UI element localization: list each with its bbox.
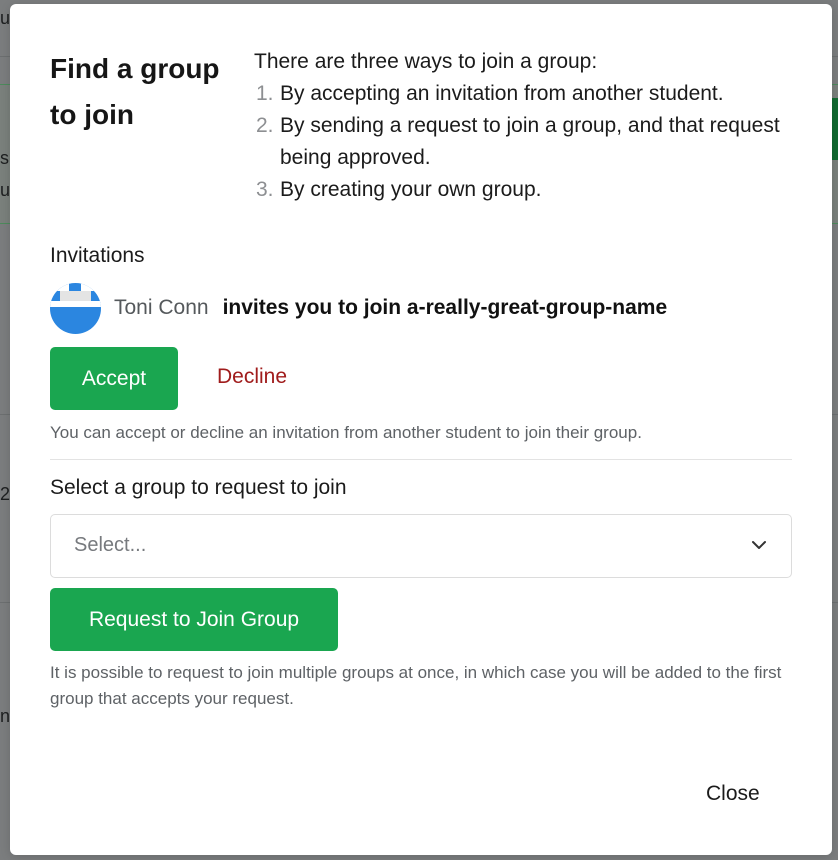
inviter-name: Toni Conn (114, 296, 209, 319)
request-help-text: It is possible to request to join multip… (50, 663, 782, 708)
decline-button[interactable]: Decline (217, 365, 287, 389)
group-select[interactable]: Select... (50, 514, 792, 578)
join-ways-info: There are three ways to join a group: 1.… (254, 46, 794, 206)
section-divider (50, 459, 792, 460)
list-item: 1. By accepting an invitation from anoth… (254, 78, 794, 110)
invitation-text: invites you to join a-really-great-group… (222, 296, 668, 319)
invitations-heading: Invitations (50, 244, 145, 267)
chevron-down-icon (752, 541, 766, 549)
list-item: 2. By sending a request to join a group,… (254, 110, 794, 174)
close-button[interactable]: Close (706, 782, 760, 806)
join-ways-intro: There are three ways to join a group: (254, 50, 598, 73)
background-text-fragment: n (0, 706, 11, 726)
list-item-text: By creating your own group. (280, 178, 542, 201)
background-text-fragment: u (0, 180, 11, 200)
join-group-modal: Find a group to join There are three way… (10, 4, 832, 855)
list-number: 2. (256, 114, 274, 137)
background-text-fragment: 2 (0, 484, 11, 504)
list-number: 1. (256, 82, 274, 105)
list-item-text: By accepting an invitation from another … (280, 82, 724, 105)
avatar (50, 282, 101, 334)
join-ways-list: 1. By accepting an invitation from anoth… (254, 78, 794, 206)
request-heading: Select a group to request to join (50, 476, 347, 499)
request-to-join-button[interactable]: Request to Join Group (50, 588, 338, 651)
modal-title: Find a group to join (50, 53, 220, 130)
background-text-fragment: u (0, 8, 11, 28)
accept-button[interactable]: Accept (50, 347, 178, 410)
list-item: 3. By creating your own group. (254, 174, 794, 206)
list-number: 3. (256, 178, 274, 201)
list-item-text: By sending a request to join a group, an… (280, 114, 780, 169)
select-placeholder: Select... (74, 534, 147, 556)
invitation-row: Toni Conn invites you to join a-really-g… (50, 282, 667, 334)
invitation-help-text: You can accept or decline an invitation … (50, 423, 642, 442)
